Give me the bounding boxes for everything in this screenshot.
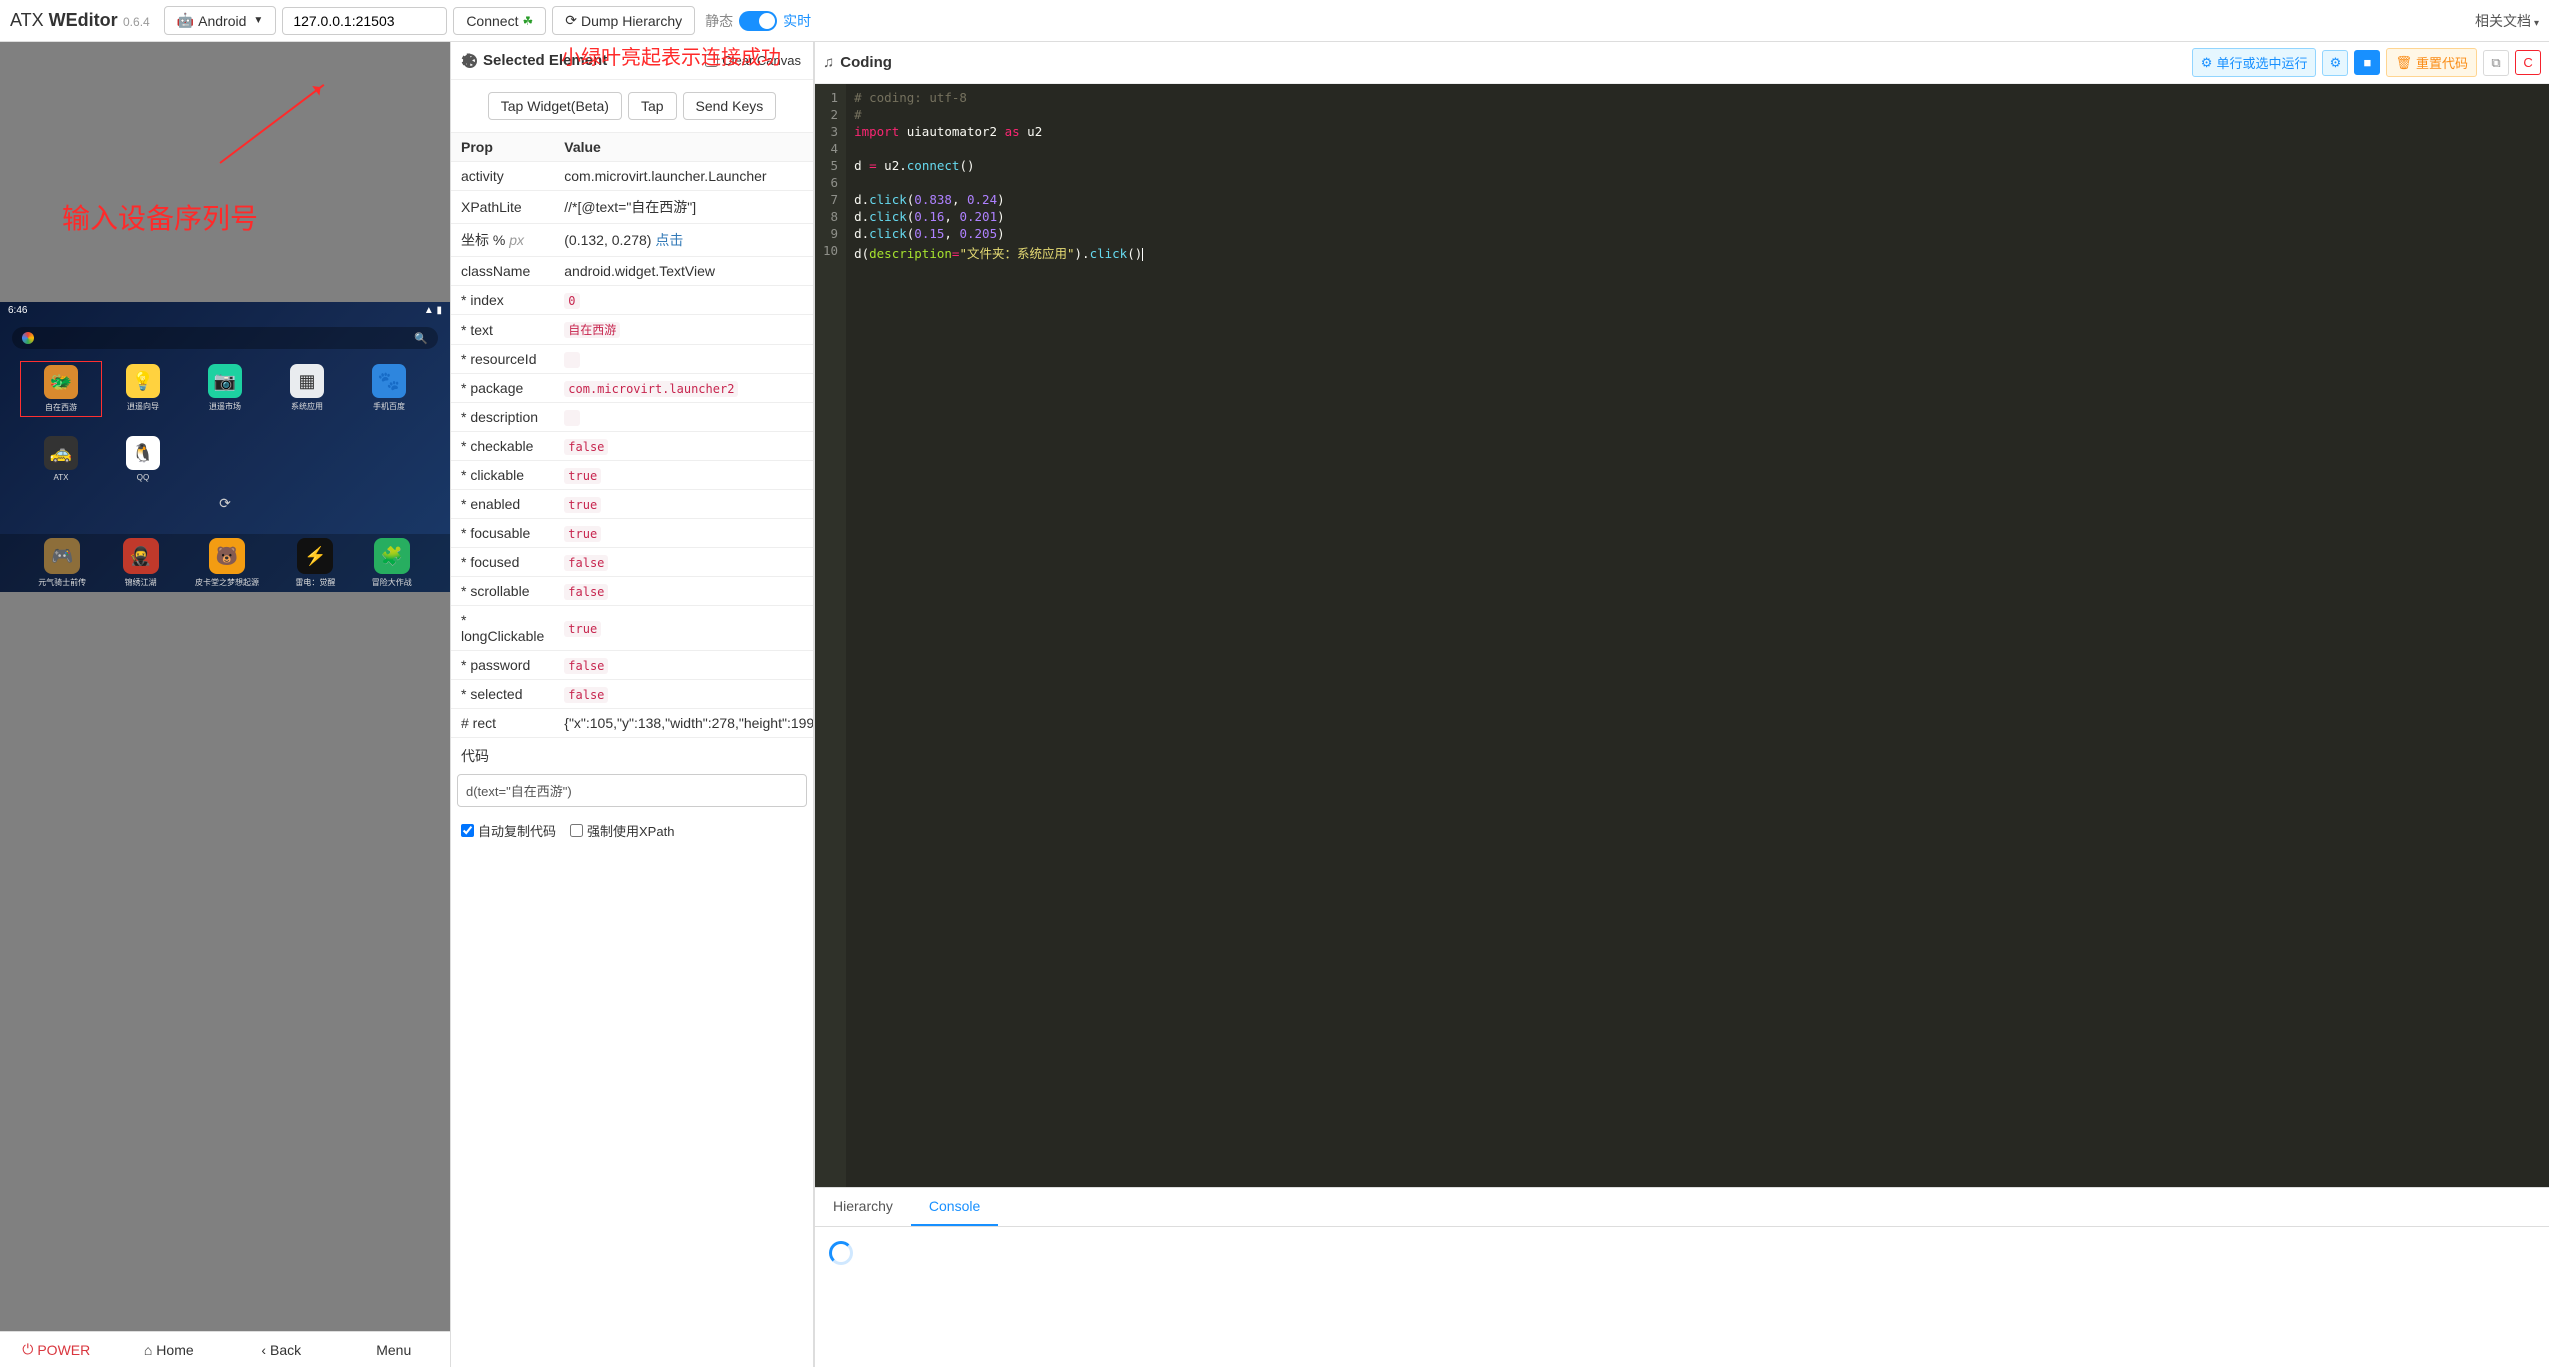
device-screen[interactable]: 6:46▲ ▮ 🔍 🐲自在西游💡逍遥向导📷逍遥市场▦系统应用🐾手机百度 🚕ATX… — [0, 302, 450, 592]
tap-button[interactable]: Tap — [628, 92, 677, 120]
bottom-tabs: Hierarchy Console — [815, 1187, 2549, 1227]
device-ip-input[interactable] — [282, 7, 447, 35]
table-row: * clickabletrue — [451, 461, 814, 490]
music-icon — [823, 54, 834, 71]
table-row: * focusabletrue — [451, 519, 814, 548]
click-link[interactable]: 点击 — [655, 232, 683, 248]
app-item: 🐾手机百度 — [348, 361, 430, 417]
app-item: 🐧QQ — [102, 433, 184, 485]
table-row: * checkablefalse — [451, 432, 814, 461]
console-output — [815, 1227, 2549, 1367]
brand: ATX WEditor 0.6.4 — [10, 10, 150, 31]
app-item: 💡逍遥向导 — [102, 361, 184, 417]
settings-button[interactable]: ⚙ — [2322, 50, 2348, 76]
leaf-icon: ☘ — [522, 14, 533, 28]
caret-down-icon: ▾ — [2534, 18, 2539, 29]
refresh-icon: ⟳ — [565, 12, 577, 29]
trash-icon: 🗑 — [2395, 55, 2412, 71]
code-label: 代码 — [451, 738, 813, 774]
app-item: 📷逍遥市场 — [184, 361, 266, 417]
selected-element-pane: 小绿叶亮起表示连接成功 Selected Element Clear Canva… — [450, 42, 814, 1367]
coding-pane: Coding ⚙单行或选中运行 ⚙ ■ 🗑重置代码 ⧉ C 1234567891… — [814, 42, 2549, 1367]
android-icon: 🤖 — [177, 12, 194, 29]
gear-icon: ⚙ — [2330, 55, 2342, 71]
autocopy-checkbox[interactable]: 自动复制代码 — [461, 821, 556, 840]
tap-widget-button[interactable]: Tap Widget(Beta) — [488, 92, 622, 120]
home-icon: ⌂ — [144, 1342, 152, 1358]
table-row: * enabledtrue — [451, 490, 814, 519]
connect-button[interactable]: Connect ☘ — [453, 7, 546, 35]
app-item: 🚕ATX — [20, 433, 102, 485]
annotation-arrow — [219, 84, 324, 164]
table-row: activitycom.microvirt.launcher.Launcher — [451, 162, 814, 191]
table-row: * text自在西游 — [451, 315, 814, 345]
table-row: * scrollablefalse — [451, 577, 814, 606]
table-row: * index0 — [451, 286, 814, 315]
table-row: * passwordfalse — [451, 651, 814, 680]
loading-spinner — [829, 1241, 853, 1265]
table-row: * description — [451, 403, 814, 432]
device-statusbar: 6:46▲ ▮ — [0, 302, 450, 319]
table-row: * selectedfalse — [451, 680, 814, 709]
table-row: * packagecom.microvirt.launcher2 — [451, 374, 814, 403]
power-icon: ⏻ — [22, 1341, 33, 1358]
chevron-left-icon: ‹ — [261, 1342, 266, 1358]
google-icon — [22, 332, 34, 344]
refresh-icon: C — [2523, 55, 2532, 70]
power-button[interactable]: ⏻POWER — [0, 1332, 113, 1367]
gear-icon — [463, 54, 477, 68]
tab-hierarchy[interactable]: Hierarchy — [815, 1188, 911, 1226]
copy-icon: ⧉ — [2491, 55, 2500, 71]
refresh-button[interactable]: C — [2515, 50, 2541, 75]
device-pane: 输入设备序列号 12 6:46▲ ▮ 🔍 🐲自在西游💡逍遥向导📷逍遥市场▦系统应… — [0, 42, 450, 1367]
realtime-toggle[interactable] — [739, 11, 777, 31]
table-row: * focusedfalse — [451, 548, 814, 577]
device-searchbar: 🔍 — [12, 327, 438, 349]
table-row: XPathLite//*[@text="自在西游"] — [451, 191, 814, 224]
stop-button[interactable]: ■ — [2354, 50, 2380, 75]
static-label: 静态 — [705, 11, 733, 31]
properties-table: PropValue activitycom.microvirt.launcher… — [451, 133, 814, 738]
menu-button[interactable]: Menu — [338, 1332, 451, 1367]
gear-icon: ⚙ — [2201, 55, 2213, 71]
app-item: ⚡雷电：觉醒 — [295, 538, 335, 588]
reset-code-button[interactable]: 🗑重置代码 — [2386, 48, 2477, 77]
force-xpath-checkbox[interactable]: 强制使用XPath — [570, 821, 674, 840]
caret-down-icon: ▼ — [253, 15, 263, 26]
generated-code[interactable]: d(text="自在西游") — [457, 774, 807, 807]
top-toolbar: ATX WEditor 0.6.4 🤖 Android ▼ Connect ☘ … — [0, 0, 2549, 42]
coding-title: Coding — [840, 54, 892, 71]
stop-icon: ■ — [2364, 55, 2372, 70]
tab-console[interactable]: Console — [911, 1188, 998, 1226]
table-row: # rect{"x":105,"y":138,"width":278,"heig… — [451, 709, 814, 738]
send-keys-button[interactable]: Send Keys — [683, 92, 777, 120]
table-row: classNameandroid.widget.TextView — [451, 257, 814, 286]
run-button[interactable]: ⚙单行或选中运行 — [2192, 48, 2317, 77]
annotation-leaf-tip: 小绿叶亮起表示连接成功 — [561, 42, 781, 70]
realtime-label: 实时 — [783, 11, 811, 31]
app-item: 🐻皮卡堂之梦想起源 — [195, 538, 259, 588]
copy-button[interactable]: ⧉ — [2483, 50, 2509, 76]
home-button[interactable]: ⌂Home — [113, 1332, 226, 1367]
dump-hierarchy-button[interactable]: ⟳ Dump Hierarchy — [552, 6, 695, 35]
app-item: 🐲自在西游 — [20, 361, 102, 417]
page-indicator: ⟳ — [0, 493, 450, 514]
platform-dropdown[interactable]: 🤖 Android ▼ — [164, 6, 277, 35]
annotation-input-serial: 输入设备序列号 — [62, 197, 258, 237]
docs-link[interactable]: 相关文档▾ — [2475, 11, 2539, 31]
device-controls: ⏻POWER ⌂Home ‹Back Menu — [0, 1331, 450, 1367]
app-item: 🥷锦绣江湖 — [123, 538, 159, 588]
back-button[interactable]: ‹Back — [225, 1332, 338, 1367]
search-icon: 🔍 — [414, 332, 428, 345]
app-item: 🧩冒险大作战 — [372, 538, 412, 588]
table-row: * resourceId — [451, 345, 814, 374]
app-item: ▦系统应用 — [266, 361, 348, 417]
table-row: * longClickabletrue — [451, 606, 814, 651]
app-item: 🎮元气骑士前传 — [38, 538, 86, 588]
code-editor[interactable]: 12345678910 # coding: utf-8#import uiaut… — [815, 84, 2549, 1187]
table-row: 坐标 % px(0.132, 0.278) 点击 — [451, 224, 814, 257]
